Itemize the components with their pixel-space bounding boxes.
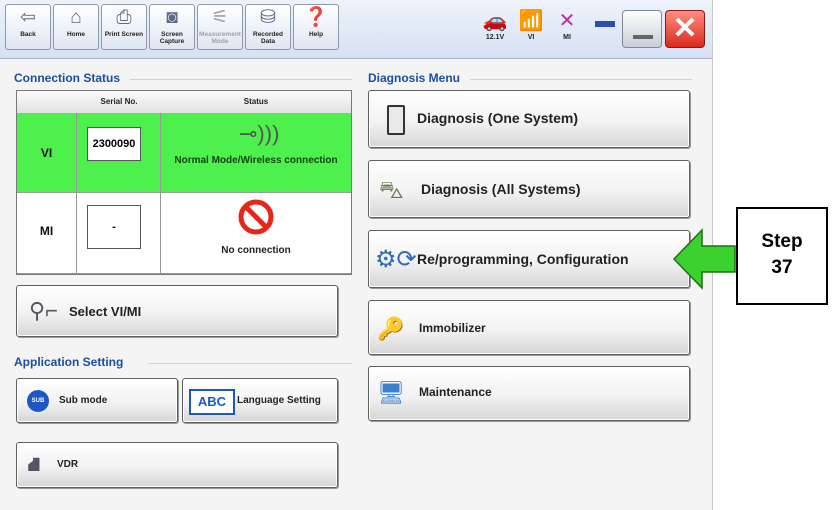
vi-status-cell: ⊸))) Normal Mode/Wireless connection (161, 113, 351, 193)
status-indicators: 🚗 12.1V 📶 VI ✕ MI ▬ (478, 8, 623, 50)
abc-icon: ABC (189, 389, 235, 415)
measurement-icon: ⚟ (211, 7, 229, 28)
application-setting-title: Application Setting (14, 355, 124, 369)
all-systems-icon: ⛍ (379, 177, 404, 204)
sub-mode-icon: SUB (27, 390, 49, 412)
immobilizer-button[interactable]: 🔑 Immobilizer (368, 300, 690, 355)
home-button[interactable]: ⌂ Home (53, 4, 99, 50)
reprogramming-icon: ⚙⟳ (375, 246, 417, 273)
battery-icon: ▬ (595, 10, 615, 32)
mi-status-cell: No connection (161, 193, 351, 274)
immobilizer-key-icon: 🔑 (377, 316, 405, 341)
minimize-icon (633, 35, 653, 39)
select-vi-mi-icon: ⚲⌐ (29, 298, 58, 323)
help-button[interactable]: ❓ Help (293, 4, 339, 50)
diagnosis-menu-title: Diagnosis Menu (368, 71, 461, 85)
connection-status-table: Serial No. Status VI 2300090 ⊸))) Normal… (16, 90, 352, 275)
diagnosis-one-system-button[interactable]: Diagnosis (One System) (368, 90, 690, 148)
help-icon: ❓ (304, 7, 328, 28)
diagnosis-all-systems-button[interactable]: ⛍ Diagnosis (All Systems) (368, 160, 690, 218)
camera-icon: ◙ (166, 7, 178, 28)
mi-serial-value: - (87, 205, 141, 249)
mi-serial-cell: - (77, 193, 161, 274)
home-icon: ⌂ (70, 7, 82, 28)
language-setting-button[interactable]: ABC Language Setting (182, 378, 338, 423)
vi-serial-value: 2300090 (87, 127, 141, 161)
wireless-key-icon: ⊸))) (239, 121, 280, 146)
table-header-status: Status (161, 91, 351, 114)
printer-icon: ⎙ (116, 7, 132, 28)
battery-indicator: ▬ (588, 8, 622, 50)
battery-voltage-indicator: 🚗 12.1V (478, 8, 512, 50)
sub-mode-button[interactable]: SUB Sub mode (16, 378, 178, 423)
car-icon: 🚗 (482, 10, 508, 32)
minimize-button[interactable] (622, 10, 662, 48)
step-callout-label: Step (761, 231, 803, 252)
table-header-blank (17, 91, 78, 114)
recorded-data-icon: ⛁ (260, 7, 276, 28)
close-button[interactable]: ✕ (665, 10, 705, 48)
maintenance-button[interactable]: 🖥 Maintenance (368, 366, 690, 421)
measurement-mode-button[interactable]: ⚟ Measurement Mode (197, 4, 243, 50)
back-arrow-icon: ⇦ (20, 7, 36, 28)
select-vi-mi-button[interactable]: ⚲⌐ Select VI/MI (16, 285, 338, 337)
vi-status-text: Normal Mode/Wireless connection (174, 155, 338, 166)
vdr-button[interactable]: ⛘ VDR (16, 442, 338, 488)
screen-capture-button[interactable]: ◙ Screen Capture (149, 4, 195, 50)
vi-row-label: VI (17, 113, 77, 193)
single-device-icon (387, 105, 405, 135)
recorded-data-button[interactable]: ⛁ Recorded Data (245, 4, 291, 50)
section-divider (148, 363, 352, 364)
section-divider (130, 79, 352, 80)
section-divider (470, 79, 692, 80)
vdr-icon: ⛘ (27, 454, 42, 476)
mi-status-text: No connection (221, 245, 291, 256)
no-connection-icon (238, 199, 274, 235)
callout-arrow (672, 228, 736, 290)
back-button[interactable]: ⇦ Back (5, 4, 51, 50)
connection-status-title: Connection Status (14, 71, 121, 85)
table-header-serial: Serial No. (77, 91, 162, 114)
step-callout-number: 37 (771, 257, 793, 278)
vi-status-indicator: 📶 VI (514, 8, 548, 50)
vi-serial-cell: 2300090 (77, 113, 161, 193)
close-icon: ✕ (672, 12, 698, 45)
print-screen-button[interactable]: ⎙ Print Screen (101, 4, 147, 50)
signal-icon: 📶 (518, 10, 544, 32)
reprogramming-configuration-button[interactable]: ⚙⟳ Re/programming, Configuration (368, 230, 690, 288)
toolbar: ⇦ Back ⌂ Home ⎙ Print Screen ◙ Screen Ca… (0, 0, 712, 59)
step-callout-box: Step 37 (736, 207, 828, 305)
maintenance-icon: 🖥 (377, 380, 405, 405)
mi-status-indicator: ✕ MI (550, 8, 584, 50)
disconnected-x-icon: ✕ (558, 10, 576, 32)
consult-app-window: ⇦ Back ⌂ Home ⎙ Print Screen ◙ Screen Ca… (0, 0, 713, 510)
mi-row-label: MI (17, 193, 77, 274)
